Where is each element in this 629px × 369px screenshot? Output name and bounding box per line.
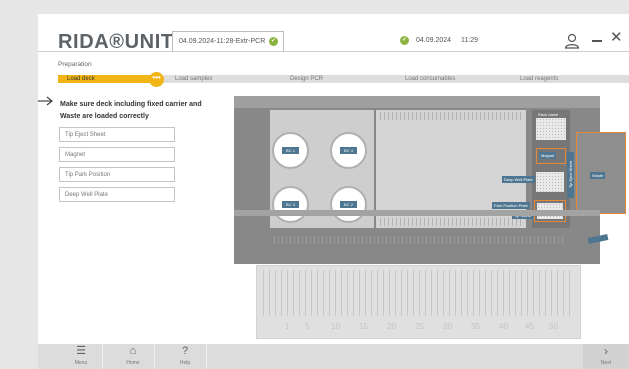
run-tab-label: 04.09.2024-11:28-Extr-PCR — [179, 38, 266, 45]
position-numbers: 1 5 10 15 20 25 30 35 40 45 50 — [257, 322, 580, 332]
waste-label: Waste — [590, 172, 606, 179]
carrier-ticks-bottom — [380, 218, 524, 226]
chevron-right-icon: › — [604, 344, 608, 358]
option-tip-park-position[interactable]: Tip Park Position — [59, 167, 175, 182]
app-window: RIDA®UNITY 04.09.2024-11:28-Extr-PCR ✓ ✓… — [38, 14, 629, 369]
time-text: 11:29 — [461, 37, 478, 44]
position-number: 1 — [285, 322, 290, 331]
carrier-ticks-top — [380, 112, 524, 120]
status-ok-icon: ✓ — [400, 36, 409, 45]
deck-rail — [234, 96, 600, 108]
deck-view: BC 1 BC 4 BC 3 BC 2 Rack name Magnet Dee… — [234, 96, 626, 264]
run-tab[interactable]: 04.09.2024-11:28-Extr-PCR ✓ — [172, 31, 284, 51]
step-load-reagents[interactable]: Load reagents — [520, 76, 558, 82]
option-magnet[interactable]: Magnet — [59, 147, 175, 162]
home-icon: ⌂ — [129, 345, 137, 357]
position-number: 10 — [331, 322, 340, 331]
deep-well-plate-label: Deep Well Plate — [502, 176, 535, 183]
loading-tray: 1 5 10 15 20 25 30 35 40 45 50 — [256, 265, 581, 339]
rack-name-label: Rack name — [538, 112, 559, 117]
deck-marker — [587, 233, 609, 245]
position-number: 50 — [549, 322, 558, 331]
help-button[interactable]: ? Help — [164, 344, 207, 369]
well-tag: BC 3 — [282, 201, 299, 208]
footer-bar: ☰ Menu ⌂ Home ? Help › Next — [38, 344, 629, 369]
position-number: 45 — [525, 322, 534, 331]
barcode-well-4[interactable]: BC 4 — [330, 132, 367, 169]
user-icon[interactable] — [564, 33, 580, 49]
deep-well-plate-slot[interactable] — [536, 172, 564, 192]
position-number: 15 — [359, 322, 368, 331]
barcode-well-2[interactable]: BC 2 — [330, 186, 367, 223]
header-divider — [38, 51, 629, 52]
well-tag: BC 2 — [340, 201, 357, 208]
section-label: Preparation — [58, 61, 92, 68]
well-tag: BC 4 — [340, 147, 357, 154]
next-label: Next — [600, 360, 612, 366]
instruction-text: Make sure deck including fixed carrier a… — [60, 101, 202, 120]
arrow-right-icon — [38, 96, 53, 106]
rack-top — [536, 118, 566, 140]
position-number: 20 — [387, 322, 396, 331]
position-number: 40 — [499, 322, 508, 331]
progress-stepper: Load deck ••• Load samples Design PCR Lo… — [58, 72, 629, 87]
menu-label: Menu — [74, 360, 88, 366]
close-icon[interactable]: ✕ — [610, 30, 623, 46]
home-label: Home — [126, 360, 140, 366]
step-design-pcr[interactable]: Design PCR — [290, 76, 323, 82]
minimize-icon[interactable] — [592, 40, 602, 42]
deck-slots-strip — [234, 210, 600, 216]
position-number: 25 — [415, 322, 424, 331]
front-rail-ticks — [274, 236, 564, 244]
current-step-indicator: ••• — [149, 72, 164, 87]
position-number: 35 — [471, 322, 480, 331]
next-button[interactable]: › Next — [583, 344, 629, 369]
barcode-well-1[interactable]: BC 1 — [272, 132, 309, 169]
option-deep-well-plate[interactable]: Deep Well Plate — [59, 187, 175, 202]
magnet-label: Magnet — [539, 152, 557, 159]
help-label: Help — [179, 360, 191, 366]
option-tip-eject-sheet[interactable]: Tip Eject Sheet — [59, 127, 175, 142]
step-load-consumables[interactable]: Load consumables — [405, 76, 455, 82]
position-number: 30 — [443, 322, 452, 331]
date-text: 04.09.2024 — [416, 37, 452, 44]
check-icon: ✓ — [269, 37, 278, 46]
menu-icon: ☰ — [76, 345, 86, 357]
well-tag: BC 1 — [282, 147, 299, 154]
step-load-deck[interactable]: Load deck — [67, 76, 95, 82]
barcode-well-3[interactable]: BC 3 — [272, 186, 309, 223]
menu-button[interactable]: ☰ Menu — [60, 344, 103, 369]
park-position-plate-label: Park Position Plate — [492, 202, 530, 209]
loading-slots — [263, 270, 573, 316]
tip-eject-label: Tip Eject Sheet — [567, 152, 574, 198]
home-button[interactable]: ⌂ Home — [112, 344, 155, 369]
step-load-samples[interactable]: Load samples — [175, 76, 212, 82]
help-icon: ? — [181, 345, 189, 357]
position-number: 5 — [305, 322, 310, 331]
